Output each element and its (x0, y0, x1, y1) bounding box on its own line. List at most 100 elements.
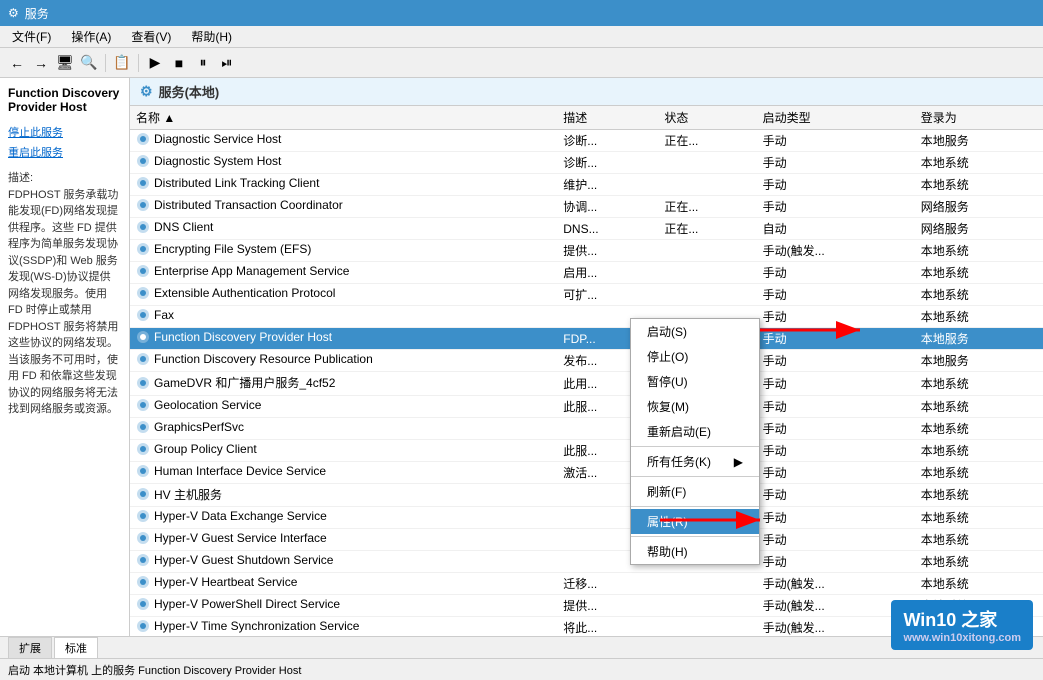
table-row[interactable]: Function Discovery Resource Publication … (130, 350, 1043, 372)
table-row[interactable]: Group Policy Client 此服...手动本地系统 (130, 439, 1043, 461)
table-row[interactable]: HV 主机服务 手动本地系统 (130, 483, 1043, 507)
stop-service-button[interactable]: ■ (168, 52, 190, 74)
breadcrumb-label: 服务(本地) (159, 82, 220, 101)
table-row[interactable]: Function Discovery Provider Host FDP...正… (130, 328, 1043, 350)
table-header-row: 名称 ▲ 描述 状态 启动类型 登录为 (130, 106, 1043, 130)
menu-view[interactable]: 查看(V) (125, 27, 177, 46)
context-menu-item-start[interactable]: 启动(S) (631, 319, 759, 344)
service-desc-cell: 维护... (557, 174, 658, 196)
context-menu-label: 恢复(M) (647, 398, 689, 415)
service-startup-cell: 手动 (757, 417, 915, 439)
service-startup-cell: 手动 (757, 174, 915, 196)
properties-toolbar-button[interactable]: 📋 (111, 52, 133, 74)
service-login-cell: 本地系统 (915, 306, 1043, 328)
toolbar-sep-1 (105, 54, 106, 72)
toolbar: ← → 🖥 🔍 📋 ▶ ■ ⏸ ⏯ (0, 48, 1043, 78)
table-row[interactable]: Hyper-V Guest Shutdown Service 手动本地系统 (130, 551, 1043, 573)
table-row[interactable]: Human Interface Device Service 激活...手动本地… (130, 461, 1043, 483)
service-status-cell (658, 152, 756, 174)
service-desc-cell: 提供... (557, 240, 658, 262)
service-name-cell: Human Interface Device Service (130, 461, 557, 483)
table-row[interactable]: Hyper-V Guest Service Interface 手动本地系统 (130, 529, 1043, 551)
restart-service-link[interactable]: 重启此服务 (8, 144, 121, 160)
col-login[interactable]: 登录为 (915, 106, 1043, 130)
search-button[interactable]: 🔍 (78, 52, 100, 74)
service-status-cell (658, 573, 756, 595)
tab-extend[interactable]: 扩展 (8, 637, 52, 658)
service-login-cell: 本地系统 (915, 529, 1043, 551)
back-button[interactable]: ← (6, 52, 28, 74)
table-row[interactable]: GraphicsPerfSvc 手动本地系统 (130, 417, 1043, 439)
table-row[interactable]: DNS Client DNS...正在...自动网络服务 (130, 218, 1043, 240)
service-login-cell: 本地系统 (915, 573, 1043, 595)
menu-action[interactable]: 操作(A) (65, 27, 117, 46)
col-startup[interactable]: 启动类型 (757, 106, 915, 130)
service-startup-cell: 手动(触发... (757, 573, 915, 595)
service-startup-cell: 手动 (757, 284, 915, 306)
service-desc-cell: 启用... (557, 262, 658, 284)
service-login-cell: 本地系统 (915, 551, 1043, 573)
context-menu-item-pause[interactable]: 暂停(U) (631, 369, 759, 394)
service-name-cell: Distributed Link Tracking Client (130, 174, 557, 196)
tabs-bar: 扩展 标准 (0, 636, 1043, 658)
service-login-cell: 本地系统 (915, 417, 1043, 439)
table-row[interactable]: Fax 手动本地系统 (130, 306, 1043, 328)
table-row[interactable]: Diagnostic System Host 诊断...手动本地系统 (130, 152, 1043, 174)
col-name[interactable]: 名称 ▲ (130, 106, 557, 130)
submenu-arrow-icon: ▶ (734, 455, 743, 469)
context-menu-item-restart[interactable]: 重新启动(E) (631, 419, 759, 444)
service-desc-cell: 诊断... (557, 130, 658, 152)
context-menu-item-resume[interactable]: 恢复(M) (631, 394, 759, 419)
service-name-cell: Diagnostic System Host (130, 152, 557, 174)
service-name-cell: Hyper-V Data Exchange Service (130, 507, 557, 529)
table-row[interactable]: Hyper-V Data Exchange Service 手动本地系统 (130, 507, 1043, 529)
table-row[interactable]: Diagnostic Service Host 诊断...正在...手动本地服务 (130, 130, 1043, 152)
title-bar: ⚙ 服务 (0, 0, 1043, 26)
col-status[interactable]: 状态 (658, 106, 756, 130)
resume-service-button[interactable]: ⏯ (216, 52, 238, 74)
service-name-cell: Hyper-V Guest Service Interface (130, 529, 557, 551)
context-menu-item-all-tasks[interactable]: 所有任务(K)▶ (631, 449, 759, 474)
context-menu-item-refresh[interactable]: 刷新(F) (631, 479, 759, 504)
left-panel: Function Discovery Provider Host 停止此服务 重… (0, 78, 130, 658)
service-name-cell: Hyper-V Guest Shutdown Service (130, 551, 557, 573)
table-row[interactable]: Encrypting File System (EFS) 提供...手动(触发.… (130, 240, 1043, 262)
service-startup-cell: 手动 (757, 439, 915, 461)
table-row[interactable]: Enterprise App Management Service 启用...手… (130, 262, 1043, 284)
service-login-cell: 本地系统 (915, 439, 1043, 461)
stop-service-link[interactable]: 停止此服务 (8, 124, 121, 140)
service-login-cell: 本地系统 (915, 240, 1043, 262)
service-login-cell: 本地服务 (915, 350, 1043, 372)
context-menu-item-stop[interactable]: 停止(O) (631, 344, 759, 369)
computer-button[interactable]: 🖥 (54, 52, 76, 74)
table-row[interactable]: Distributed Link Tracking Client 维护... 手动… (130, 174, 1043, 196)
context-menu-item-help[interactable]: 帮助(H) (631, 539, 759, 564)
table-row[interactable]: Distributed Transaction Coordinator 协调..… (130, 196, 1043, 218)
context-menu-item-properties[interactable]: 属性(R) (631, 509, 759, 534)
service-status-cell (658, 240, 756, 262)
service-startup-cell: 手动 (757, 372, 915, 396)
status-bar: 启动 本地计算机 上的服务 Function Discovery Provide… (0, 658, 1043, 680)
service-name-cell: GameDVR 和广播用户服务_4cf52 (130, 372, 557, 396)
start-service-button[interactable]: ▶ (144, 52, 166, 74)
menu-help[interactable]: 帮助(H) (185, 27, 238, 46)
service-name-cell: HV 主机服务 (130, 483, 557, 507)
forward-button[interactable]: → (30, 52, 52, 74)
table-row[interactable]: Geolocation Service 此服...手动本地系统 (130, 395, 1043, 417)
table-row[interactable]: GameDVR 和广播用户服务_4cf52 此用...手动本地系统 (130, 372, 1043, 396)
services-table-container[interactable]: 名称 ▲ 描述 状态 启动类型 登录为 Diagnostic Service H… (130, 106, 1043, 658)
service-status-cell (658, 174, 756, 196)
menu-file[interactable]: 文件(F) (6, 27, 57, 46)
context-menu-label: 重新启动(E) (647, 423, 711, 440)
status-text: 启动 本地计算机 上的服务 Function Discovery Provide… (8, 662, 301, 678)
pause-service-button[interactable]: ⏸ (192, 52, 214, 74)
service-name-cell: Hyper-V PowerShell Direct Service (130, 595, 557, 617)
table-row[interactable]: Extensible Authentication Protocol 可扩...… (130, 284, 1043, 306)
table-row[interactable]: Hyper-V Heartbeat Service 迁移...手动(触发...本… (130, 573, 1043, 595)
service-desc-cell: 提供... (557, 595, 658, 617)
col-desc[interactable]: 描述 (557, 106, 658, 130)
service-login-cell: 本地系统 (915, 483, 1043, 507)
tab-standard[interactable]: 标准 (54, 637, 98, 658)
service-login-cell: 网络服务 (915, 218, 1043, 240)
service-description: 描述:FDPHOST 服务承载功能发现(FD)网络发现提供程序。这些 FD 提供… (8, 170, 121, 418)
